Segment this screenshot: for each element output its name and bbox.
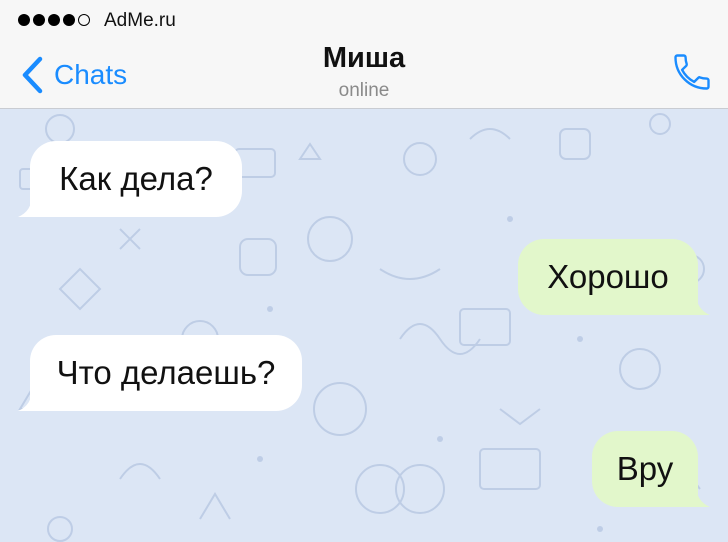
chat-header: Chats Миша online [0,40,728,109]
phone-icon[interactable] [670,50,714,94]
carrier-name: AdMe.ru [104,10,176,31]
bubble-tail [18,195,40,217]
message-bubble-incoming[interactable]: Что делаешь? [18,335,302,411]
message-bubble-incoming[interactable]: Как дела? [18,141,242,217]
message-bubble-outgoing[interactable]: Хорошо [518,239,710,315]
message-text: Что делаешь? [56,354,276,391]
message-text: Хорошо [547,258,669,295]
message-text: Как дела? [59,160,213,197]
message-bubble-outgoing[interactable]: Вру [592,431,710,507]
contact-name[interactable]: Миша [0,42,728,75]
signal-strength-icon [18,14,90,26]
status-bar: AdMe.ru [0,0,728,40]
chat-area[interactable]: Как дела? Хорошо Что делаешь? Вру [0,109,728,542]
message-text: Вру [616,450,674,487]
bubble-tail [688,485,710,507]
contact-status: online [338,80,390,101]
bubble-tail [18,389,40,411]
bubble-tail [688,293,710,315]
